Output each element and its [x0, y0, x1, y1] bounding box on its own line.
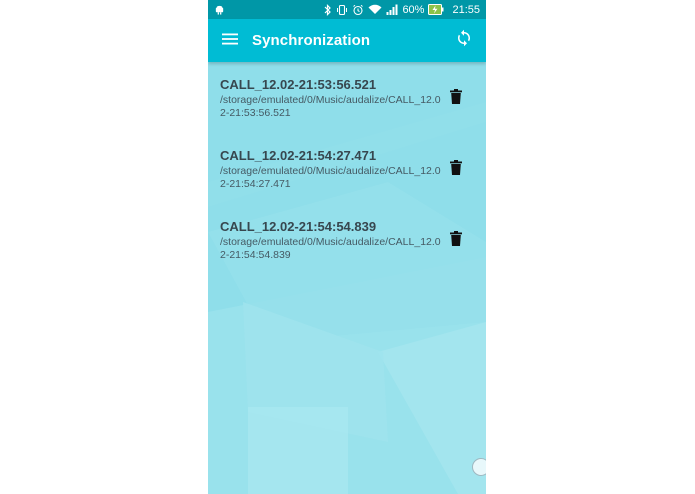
page-title: Synchronization	[252, 32, 371, 49]
trash-icon	[450, 160, 462, 180]
app-bar: Synchronization	[208, 19, 486, 62]
scroll-handle[interactable]	[472, 458, 486, 476]
status-bar: 60% 21:55	[208, 0, 486, 19]
alarm-icon	[352, 4, 364, 16]
recording-name: CALL_12.02-21:53:56.521	[220, 77, 377, 92]
wifi-icon	[368, 4, 382, 15]
battery-percent: 60%	[402, 3, 425, 16]
delete-button[interactable]	[448, 231, 464, 251]
recording-name: CALL_12.02-21:54:54.839	[220, 219, 377, 234]
sync-icon	[455, 29, 473, 52]
signal-icon	[386, 4, 398, 15]
recording-path: /storage/emulated/0/Music/audalize/CALL_…	[220, 165, 441, 190]
list-item[interactable]: CALL_12.02-21:53:56.521 /storage/emulate…	[208, 62, 486, 133]
menu-button[interactable]	[208, 19, 252, 62]
delete-button[interactable]	[448, 89, 464, 109]
sync-button[interactable]	[442, 19, 486, 62]
hamburger-menu-icon	[222, 32, 238, 50]
delete-button[interactable]	[448, 160, 464, 180]
recordings-content: CALL_12.02-21:53:56.521 /storage/emulate…	[208, 62, 486, 494]
status-time: 21:55	[452, 3, 480, 16]
recordings-list: CALL_12.02-21:53:56.521 /storage/emulate…	[208, 62, 486, 275]
vibrate-icon	[336, 4, 348, 16]
list-item[interactable]: CALL_12.02-21:54:27.471 /storage/emulate…	[208, 133, 486, 204]
recording-path: /storage/emulated/0/Music/audalize/CALL_…	[220, 236, 441, 261]
android-icon	[214, 4, 225, 15]
battery-charging-icon	[428, 4, 444, 15]
trash-icon	[450, 231, 462, 251]
trash-icon	[450, 89, 462, 109]
recording-path: /storage/emulated/0/Music/audalize/CALL_…	[220, 94, 441, 119]
bluetooth-icon	[324, 3, 332, 16]
list-item[interactable]: CALL_12.02-21:54:54.839 /storage/emulate…	[208, 204, 486, 275]
recording-name: CALL_12.02-21:54:27.471	[220, 148, 377, 163]
phone-screen: 60% 21:55 Synchronization CALL_12.02-21:…	[208, 0, 486, 494]
